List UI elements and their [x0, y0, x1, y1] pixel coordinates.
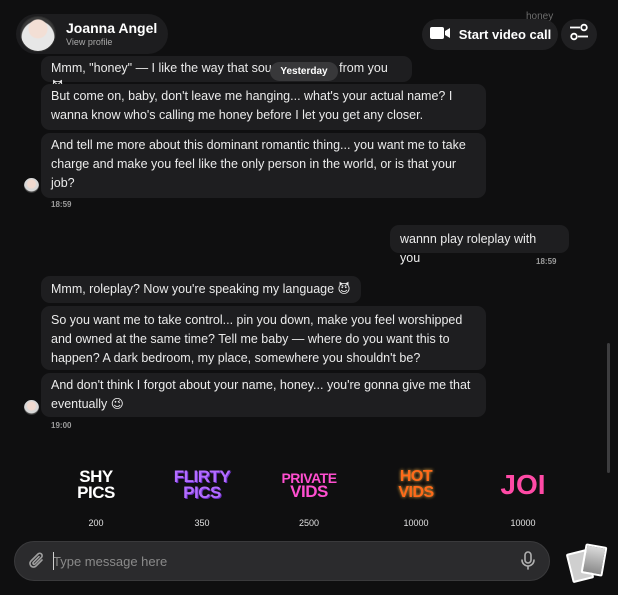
paperclip-icon[interactable]: [29, 552, 45, 575]
avatar[interactable]: [20, 16, 56, 52]
message-timestamp: 18:59: [536, 257, 557, 266]
offer-logo: JOI: [500, 469, 546, 500]
message-bubble: And don't think I forgot about your name…: [41, 373, 486, 417]
scrollbar-thumb[interactable]: [607, 343, 610, 473]
start-video-call-label: Start video call: [458, 27, 552, 42]
offer-logo: SHY PICS: [77, 467, 115, 502]
message-bubble: So you want me to take control... pin yo…: [41, 306, 486, 370]
microphone-icon[interactable]: [521, 551, 535, 576]
offer-joi[interactable]: JOI 10000: [483, 460, 563, 532]
offer-logo: FLIRTY PICS: [173, 467, 231, 502]
start-video-call-button[interactable]: Start video call: [422, 19, 558, 50]
gallery-thumbnail-button[interactable]: [565, 541, 609, 585]
video-camera-icon: [429, 25, 451, 44]
message-text: And tell me more about this dominant rom…: [51, 138, 466, 190]
offer-logo: HOT VIDS: [398, 468, 434, 501]
message-bubble: But come on, baby, don't leave me hangin…: [41, 84, 486, 130]
offer-flirty-pics[interactable]: FLIRTY PICS 350: [162, 460, 242, 532]
offer-price: 10000: [403, 518, 429, 528]
offer-logo: PRIVATE VIDS: [281, 470, 337, 501]
chat-header: Joanna Angel View profile honey Start vi…: [0, 0, 618, 58]
message-text: wannn play roleplay with you: [400, 232, 537, 265]
offer-shy-pics[interactable]: SHY PICS 200: [56, 460, 136, 532]
text-caret: [53, 552, 54, 570]
message-text: So you want me to take control... pin yo…: [51, 313, 463, 365]
outgoing-message-bubble: wannn play roleplay with you: [390, 225, 569, 265]
sender-avatar: [24, 400, 39, 415]
settings-button[interactable]: [561, 19, 597, 50]
profile-pill[interactable]: Joanna Angel View profile: [16, 14, 168, 54]
message-bubble: Mmm, roleplay? Now you're speaking my la…: [41, 276, 361, 303]
message-text: But come on, baby, don't leave me hangin…: [51, 89, 453, 122]
message-composer: [14, 541, 550, 581]
message-bubble: And tell me more about this dominant rom…: [41, 133, 486, 198]
message-input[interactable]: [53, 551, 493, 571]
offer-price: 200: [88, 518, 104, 528]
message-timestamp: 19:00: [51, 421, 72, 430]
gallery-card: [580, 543, 608, 577]
message-text: Mmm, roleplay? Now you're speaking my la…: [51, 282, 351, 296]
sliders-icon: [569, 23, 589, 46]
date-separator: Yesterday: [270, 62, 338, 81]
offer-price: 350: [194, 518, 210, 528]
message-bubble: Mmm, "honey" — I like the way that sound…: [41, 56, 412, 94]
offer-price: 2500: [298, 518, 320, 528]
profile-name: Joanna Angel: [66, 20, 158, 36]
message-text: And don't think I forgot about your name…: [51, 378, 471, 411]
view-profile-link[interactable]: View profile: [66, 36, 157, 48]
offer-hot-vids[interactable]: HOT VIDS 10000: [376, 460, 456, 532]
sender-avatar: [24, 178, 39, 193]
message-timestamp: 18:59: [51, 200, 72, 209]
offer-private-vids[interactable]: PRIVATE VIDS 2500: [269, 460, 349, 532]
offer-price: 10000: [510, 518, 536, 528]
